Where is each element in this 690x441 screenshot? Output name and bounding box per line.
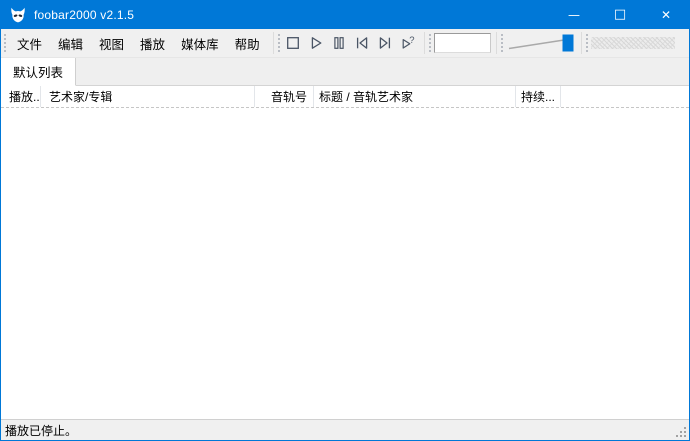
column-header-empty [561,86,689,107]
column-header-track-number[interactable]: 音轨号 [255,86,314,107]
play-button[interactable] [306,32,327,54]
search-input[interactable] [434,33,491,53]
status-text: 播放已停止。 [5,422,77,439]
stop-button[interactable] [283,32,304,54]
menu-file[interactable]: 文件 [9,31,50,56]
menu-view[interactable]: 视图 [91,31,132,56]
playlist-body[interactable] [1,108,689,419]
svg-text:?: ? [409,35,414,46]
maximize-button[interactable]: □ [597,1,643,29]
menu-playback[interactable]: 播放 [132,31,173,56]
column-header-title-track-artist[interactable]: 标题 / 音轨艺术家 [314,86,516,107]
previous-track-icon [354,35,370,51]
playlist-tab-default[interactable]: 默认列表 [1,58,76,86]
toolbar-separator [496,32,497,54]
random-button[interactable]: ? [398,32,419,54]
next-track-button[interactable] [375,32,396,54]
app-window: foobar2000 v2.1.5 — □ ✕ 文件 编辑 视图 播放 媒体库 … [0,0,690,441]
column-header-duration[interactable]: 持续... [516,86,561,107]
pause-icon [331,35,347,51]
foobar2000-logo-icon [10,7,26,23]
playlist-tab-label: 默认列表 [13,62,63,81]
playlist-header: 播放... 艺术家/专辑 音轨号 标题 / 音轨艺术家 持续... [1,86,689,108]
title-bar: foobar2000 v2.1.5 — □ ✕ [1,1,689,29]
menu-toolbar-drag-handle[interactable] [4,34,6,52]
menu-bar: 文件 编辑 视图 播放 媒体库 帮助 [9,31,268,56]
volume-slider-thumb[interactable] [562,35,573,52]
column-header-playing[interactable]: 播放... [1,86,41,107]
pause-button[interactable] [329,32,350,54]
toolbar-separator [273,32,274,54]
stop-icon [285,35,301,51]
seekbar-toolbar-drag-handle[interactable] [586,34,588,52]
menu-help[interactable]: 帮助 [227,31,268,56]
next-track-icon [377,35,393,51]
menu-edit[interactable]: 编辑 [50,31,91,56]
resize-grip[interactable] [676,427,687,438]
seekbar[interactable] [591,37,675,49]
play-icon [308,35,324,51]
volume-toolbar-drag-handle[interactable] [501,34,503,52]
playlist-tab-bar: 默认列表 [1,58,689,86]
search-toolbar-drag-handle[interactable] [429,34,431,52]
toolbar: 文件 编辑 视图 播放 媒体库 帮助 [1,29,689,58]
previous-track-button[interactable] [352,32,373,54]
window-title: foobar2000 v2.1.5 [34,8,134,22]
menu-library[interactable]: 媒体库 [173,31,227,56]
playback-buttons: ? [283,32,419,54]
toolbar-separator [424,32,425,54]
status-bar: 播放已停止。 [1,419,689,440]
playback-toolbar-drag-handle[interactable] [278,34,280,52]
toolbar-separator [581,32,582,54]
minimize-button[interactable]: — [551,1,597,29]
random-icon: ? [400,35,416,51]
close-button[interactable]: ✕ [643,1,689,29]
column-header-artist-album[interactable]: 艺术家/专辑 [41,86,255,107]
volume-slider[interactable] [506,32,576,54]
